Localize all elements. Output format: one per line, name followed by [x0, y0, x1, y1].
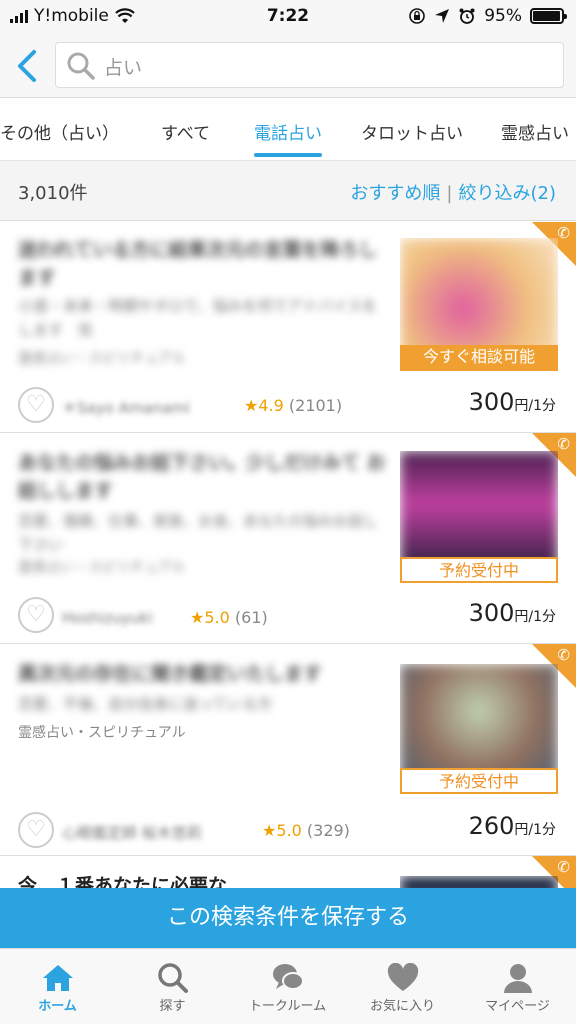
availability-badge: 予約受付中 — [400, 768, 558, 794]
user-name-text: Hoshizuyuki — [62, 609, 153, 627]
availability-badge: 今すぐ相談可能 — [400, 345, 558, 371]
divider: | — [446, 183, 453, 204]
back-button[interactable] — [12, 46, 42, 86]
battery-percent: 95% — [484, 6, 522, 26]
category-tabs: その他（占い） すべて 電話占い タロット占い 霊感占い — [0, 99, 576, 161]
favorite-button[interactable]: ♡ — [18, 812, 54, 848]
alarm-icon — [459, 8, 475, 24]
status-bar: Y!mobile 7:22 95% — [0, 0, 576, 34]
price-value: 300 — [468, 388, 515, 416]
rating: ★4.9 (2101) — [244, 396, 342, 415]
tab-tarot[interactable]: タロット占い — [361, 119, 463, 144]
listing-desc: 恋愛、不倫、自分自身に迷っている方 — [18, 695, 273, 713]
listing-category: 霊感占い・スピリチュアル — [18, 725, 186, 741]
favorite-button[interactable]: ♡ — [18, 387, 54, 423]
listing-title: あなたの悩みお話下さい。少しだけみて お話しします — [18, 452, 386, 502]
phone-icon: ✆ — [557, 646, 570, 664]
listing-thumbnail — [400, 238, 558, 356]
search-icon — [67, 52, 95, 80]
user-name: ＊Sayo Amanami — [62, 397, 190, 418]
listing-card[interactable]: ✆ あなたの悩みお話下さい。少しだけみて お話しします 恋愛、復縁、仕事、家族、… — [0, 433, 576, 644]
rotation-lock-icon — [409, 8, 426, 24]
filter-button[interactable]: 絞り込み(2) — [459, 183, 557, 204]
chevron-left-icon — [18, 50, 36, 82]
nav-search[interactable]: 探す — [115, 961, 230, 1014]
price: 300円/1分 — [469, 388, 556, 416]
heart-icon — [387, 963, 418, 991]
phone-icon: ✆ — [557, 858, 570, 876]
status-right: 95% — [408, 6, 567, 26]
rating-score: ★5.0 — [190, 608, 230, 627]
sort-button[interactable]: おすすめ順 — [350, 183, 440, 204]
listing-title: 異次元の存在に聞き鑑定いたします — [18, 663, 323, 685]
search-input[interactable] — [104, 51, 544, 81]
battery-icon — [530, 8, 567, 24]
rating: ★5.0 (61) — [190, 608, 268, 627]
price: 260円/1分 — [469, 812, 556, 840]
tab-all[interactable]: すべて — [161, 119, 210, 144]
listing-title: 今、１番あなたに必要な — [18, 875, 228, 888]
price-unit: 円/1分 — [514, 822, 556, 838]
nav-talkroom-label: トークルーム — [248, 999, 327, 1014]
nav-home[interactable]: ホーム — [0, 961, 115, 1014]
result-count: 3,010件 — [18, 183, 88, 204]
user-name-text: ＊Sayo Amanami — [62, 399, 191, 417]
bottom-nav: ホーム 探す トークルーム お気に入り マイページ — [0, 948, 576, 1024]
results-bar: 3,010件 おすすめ順 | 絞り込み(2) — [0, 161, 576, 221]
price-unit: 円/1分 — [514, 398, 556, 414]
listing-desc: 小道・未来・時期やタロで、悩みを何でアドバイスをします 気 — [18, 297, 377, 339]
location-icon — [435, 9, 450, 23]
listing-category: 霊感占い・スピリチュアル — [18, 560, 186, 576]
user-name: Hoshizuyuki — [62, 609, 153, 627]
review-count: (329) — [306, 821, 350, 840]
review-count: (2101) — [288, 396, 343, 415]
listing-desc: 恋愛、復縁、仕事、家族、お金、あなたの悩みお話し下さい — [18, 512, 379, 554]
price-unit: 円/1分 — [514, 609, 556, 625]
listing-card[interactable]: ✆ 今、１番あなたに必要な — [0, 856, 576, 888]
nav-favorites[interactable]: お気に入り — [345, 961, 460, 1014]
nav-mypage[interactable]: マイページ — [460, 961, 575, 1014]
active-tab-indicator — [254, 153, 322, 157]
chat-icon — [272, 964, 304, 990]
favorite-button[interactable]: ♡ — [18, 597, 54, 633]
rating-score: ★4.9 — [244, 396, 284, 415]
listing-thumbnail — [400, 451, 558, 569]
price: 300円/1分 — [469, 599, 556, 627]
price-value: 300 — [468, 599, 515, 627]
listing-thumbnail — [400, 876, 558, 888]
sort-filter: おすすめ順 | 絞り込み(2) — [350, 179, 556, 205]
price-value: 260 — [468, 812, 515, 840]
search-header — [0, 34, 576, 98]
user-name: 心眼鑑定師 桜木悠莉 — [62, 822, 202, 843]
phone-icon: ✆ — [557, 224, 570, 242]
nav-mypage-label: マイページ — [485, 999, 550, 1014]
phone-icon: ✆ — [557, 435, 570, 453]
listing-title: 迷われている方に結果次元の言葉を降ろします — [18, 239, 378, 289]
nav-talkroom[interactable]: トークルーム — [230, 961, 345, 1014]
rating-score: ★5.0 — [262, 821, 302, 840]
nav-home-label: ホーム — [38, 999, 77, 1014]
listing-card[interactable]: ✆ 迷われている方に結果次元の言葉を降ろします 小道・未来・時期やタロで、悩みを… — [0, 222, 576, 433]
tab-psychic[interactable]: 霊感占い — [501, 119, 569, 144]
listing-card[interactable]: ✆ 異次元の存在に聞き鑑定いたします 恋愛、不倫、自分自身に迷っている方 霊感占… — [0, 644, 576, 856]
listing-category: 霊感占い・スピリチュアル — [18, 351, 186, 367]
home-icon — [42, 965, 73, 991]
nav-search-label: 探す — [159, 999, 186, 1014]
review-count: (61) — [234, 608, 268, 627]
availability-badge: 予約受付中 — [400, 557, 558, 583]
tab-other-fortune[interactable]: その他（占い） — [0, 119, 119, 144]
listing-thumbnail — [400, 664, 558, 782]
person-icon — [503, 964, 532, 993]
rating: ★5.0 (329) — [262, 821, 350, 840]
save-search-button[interactable]: この検索条件を保存する — [0, 888, 576, 948]
search-box[interactable] — [55, 42, 564, 88]
user-name-text: 心眼鑑定師 桜木悠莉 — [62, 824, 202, 842]
nav-favorites-label: お気に入り — [369, 999, 435, 1014]
search-icon — [157, 963, 188, 993]
tab-phone-fortune[interactable]: 電話占い — [254, 119, 322, 144]
